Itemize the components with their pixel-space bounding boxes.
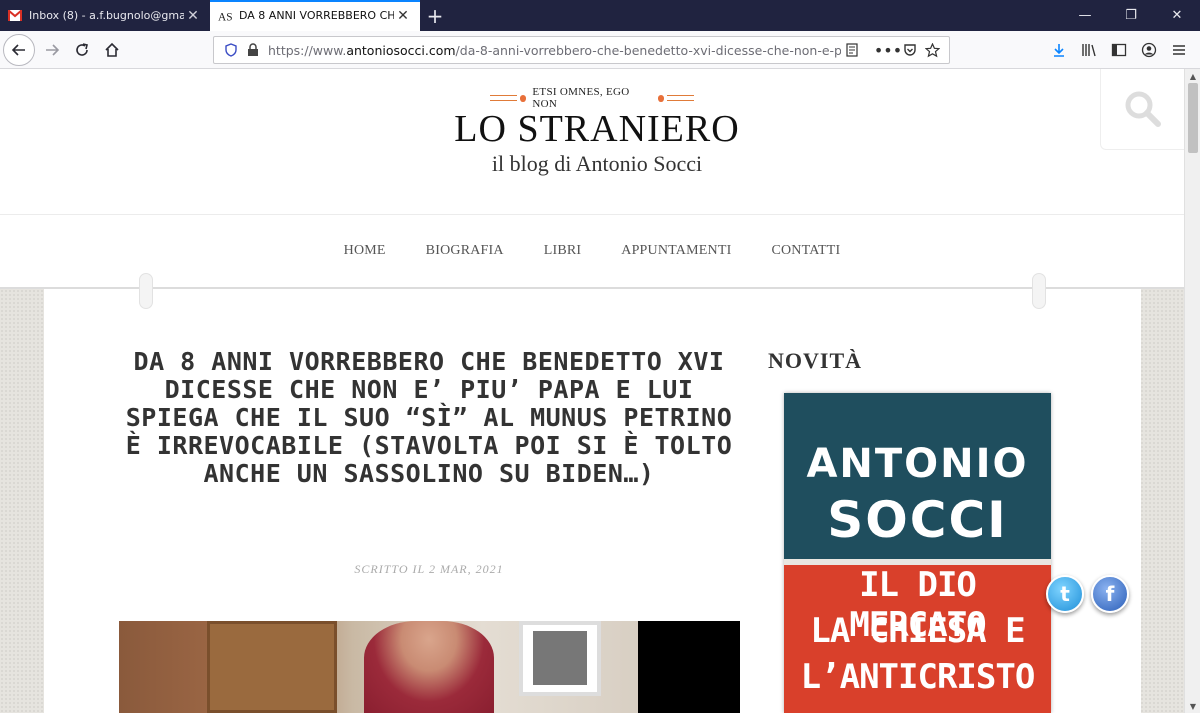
svg-text:AS: AS bbox=[218, 11, 232, 23]
tagline-dot-left bbox=[519, 94, 527, 102]
menu-item-contatti[interactable]: CONTATTI bbox=[771, 243, 840, 259]
book-title-band: IL DIO MERCATO LA CHIESA E L’ANTICRISTO bbox=[784, 559, 1051, 713]
book-title-line-3: L’ANTICRISTO bbox=[800, 657, 1036, 697]
reload-icon bbox=[76, 42, 88, 56]
reader-view-icon[interactable] bbox=[841, 39, 863, 61]
arrow-left-icon bbox=[11, 43, 25, 56]
url-text[interactable]: https://www.antoniosocci.com/da-8-anni-v… bbox=[268, 43, 841, 58]
minimize-icon[interactable]: — bbox=[1062, 0, 1108, 31]
twitter-share-button[interactable]: t bbox=[1046, 575, 1084, 613]
new-tab-button[interactable]: + bbox=[420, 0, 450, 31]
sidebar-toggle-icon[interactable] bbox=[1104, 35, 1134, 65]
sidebar-title: NOVITÀ bbox=[768, 348, 863, 373]
restore-icon[interactable]: ❐ bbox=[1108, 0, 1154, 31]
page-scrollbar[interactable]: ▲ ▼ bbox=[1184, 69, 1200, 713]
close-window-icon[interactable]: ✕ bbox=[1154, 0, 1200, 31]
web-page: ETSI OMNES, EGO NON LO STRANIERO il blog… bbox=[0, 69, 1184, 713]
facebook-icon: f bbox=[1105, 582, 1115, 606]
scrollbar-thumb[interactable] bbox=[1188, 83, 1198, 153]
menu-item-libri[interactable]: LIBRI bbox=[544, 243, 582, 259]
hamburger-menu-icon[interactable] bbox=[1164, 35, 1194, 65]
book-author-last: SOCCI bbox=[827, 491, 1008, 549]
shield-icon[interactable] bbox=[220, 39, 242, 61]
nav-bar: https://www.antoniosocci.com/da-8-anni-v… bbox=[0, 31, 1200, 69]
tab-inbox[interactable]: Inbox (8) - a.f.bugnolo@gmail. ✕ bbox=[0, 0, 210, 31]
post-video[interactable] bbox=[119, 621, 740, 713]
pocket-icon[interactable] bbox=[899, 39, 921, 61]
menu-item-home[interactable]: HOME bbox=[344, 243, 386, 259]
toolbar-right bbox=[1044, 35, 1194, 65]
scroll-up-icon[interactable]: ▲ bbox=[1185, 69, 1200, 83]
book-cover[interactable]: ANTONIO SOCCI IL DIO MERCATO LA CHIESA E… bbox=[784, 393, 1051, 713]
search-button[interactable] bbox=[1100, 69, 1184, 150]
tagline-line-right bbox=[667, 95, 694, 101]
arrow-right-icon bbox=[46, 43, 60, 56]
more-actions-icon[interactable]: ••• bbox=[874, 39, 902, 61]
account-icon[interactable] bbox=[1134, 35, 1164, 65]
library-icon[interactable] bbox=[1074, 35, 1104, 65]
site-logo[interactable]: LO STRANIERO bbox=[440, 107, 754, 151]
tab-title: Inbox (8) - a.f.bugnolo@gmail. bbox=[29, 9, 184, 22]
book-author-first: ANTONIO bbox=[806, 441, 1029, 487]
close-tab-icon[interactable]: ✕ bbox=[184, 7, 202, 25]
main-menu: HOME BIOGRAFIA LIBRI APPUNTAMENTI CONTAT… bbox=[0, 214, 1184, 289]
decorative-pin-left bbox=[139, 273, 153, 309]
back-button[interactable] bbox=[3, 33, 35, 66]
twitter-icon: t bbox=[1060, 582, 1070, 606]
tab-bar: Inbox (8) - a.f.bugnolo@gmail. ✕ AS DA 8… bbox=[0, 0, 1200, 31]
gmail-icon bbox=[8, 9, 22, 23]
menu-item-biografia[interactable]: BIOGRAFIA bbox=[426, 243, 504, 259]
decorative-pin-right bbox=[1032, 273, 1046, 309]
menu-item-appuntamenti[interactable]: APPUNTAMENTI bbox=[621, 243, 731, 259]
scroll-down-icon[interactable]: ▼ bbox=[1185, 699, 1200, 713]
post-date: SCRITTO IL 2 MAR, 2021 bbox=[354, 562, 504, 576]
tab-active-article[interactable]: AS DA 8 ANNI VORREBBERO CHE BENEDETTO ✕ bbox=[210, 0, 420, 31]
window-controls: — ❐ ✕ bbox=[1062, 0, 1200, 31]
url-bar[interactable]: https://www.antoniosocci.com/da-8-anni-v… bbox=[213, 36, 950, 64]
forward-button[interactable] bbox=[37, 35, 67, 65]
search-icon bbox=[1125, 91, 1161, 127]
home-icon bbox=[105, 42, 119, 57]
lock-icon[interactable] bbox=[242, 39, 264, 61]
download-icon[interactable] bbox=[1044, 35, 1074, 65]
close-tab-icon[interactable]: ✕ bbox=[394, 7, 412, 25]
home-button[interactable] bbox=[97, 35, 127, 65]
reload-button[interactable] bbox=[67, 35, 97, 65]
post-title[interactable]: DA 8 ANNI VORREBBERO CHE BENEDETTO XVI D… bbox=[119, 348, 739, 488]
site-tagline: ETSI OMNES, EGO NON bbox=[490, 86, 694, 110]
book-title-line-2: LA CHIESA E bbox=[810, 611, 1025, 651]
tab-title: DA 8 ANNI VORREBBERO CHE BENEDETTO bbox=[239, 9, 394, 22]
video-door bbox=[207, 621, 337, 713]
facebook-share-button[interactable]: f bbox=[1091, 575, 1129, 613]
site-subtitle[interactable]: il blog di Antonio Socci bbox=[440, 151, 754, 177]
tagline-dot-right bbox=[657, 94, 665, 102]
video-picture-frame bbox=[519, 621, 601, 696]
as-favicon: AS bbox=[218, 9, 232, 23]
video-person bbox=[364, 621, 494, 713]
bookmark-star-icon[interactable] bbox=[921, 39, 943, 61]
site-header: ETSI OMNES, EGO NON LO STRANIERO il blog… bbox=[0, 69, 1184, 214]
tagline-line-left bbox=[490, 95, 517, 101]
